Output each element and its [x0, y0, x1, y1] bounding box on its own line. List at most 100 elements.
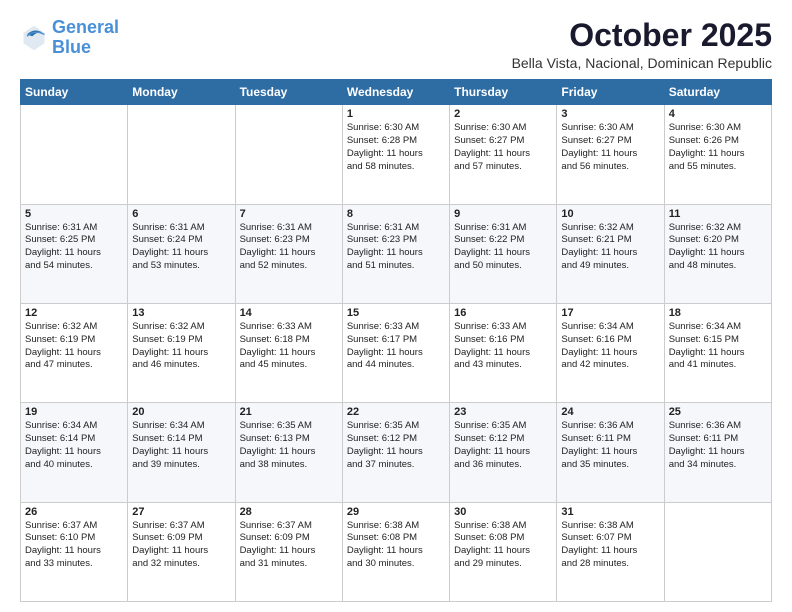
day-number: 5 — [25, 208, 123, 220]
day-number: 29 — [347, 506, 445, 518]
day-number: 11 — [669, 208, 767, 220]
col-header-saturday: Saturday — [664, 80, 771, 105]
col-header-tuesday: Tuesday — [235, 80, 342, 105]
day-info: Sunrise: 6:32 AM Sunset: 6:20 PM Dayligh… — [669, 222, 767, 273]
day-info: Sunrise: 6:34 AM Sunset: 6:16 PM Dayligh… — [561, 321, 659, 372]
day-number: 4 — [669, 108, 767, 120]
title-block: October 2025 Bella Vista, Nacional, Domi… — [512, 18, 772, 71]
day-info: Sunrise: 6:30 AM Sunset: 6:27 PM Dayligh… — [561, 122, 659, 173]
day-info: Sunrise: 6:37 AM Sunset: 6:09 PM Dayligh… — [240, 520, 338, 571]
day-info: Sunrise: 6:34 AM Sunset: 6:14 PM Dayligh… — [132, 420, 230, 471]
calendar-cell: 11 Sunrise: 6:32 AM Sunset: 6:20 PM Dayli… — [664, 204, 771, 303]
day-info: Sunrise: 6:32 AM Sunset: 6:19 PM Dayligh… — [132, 321, 230, 372]
day-info: Sunrise: 6:31 AM Sunset: 6:24 PM Dayligh… — [132, 222, 230, 273]
calendar-subtitle: Bella Vista, Nacional, Dominican Republi… — [512, 55, 772, 71]
calendar-cell: 6Sunrise: 6:31 AM Sunset: 6:24 PM Daylig… — [128, 204, 235, 303]
day-info: Sunrise: 6:33 AM Sunset: 6:17 PM Dayligh… — [347, 321, 445, 372]
day-info: Sunrise: 6:36 AM Sunset: 6:11 PM Dayligh… — [561, 420, 659, 471]
week-row-1: 5 Sunrise: 6:31 AM Sunset: 6:25 PM Daylig… — [21, 204, 772, 303]
day-info: Sunrise: 6:36 AM Sunset: 6:11 PM Dayligh… — [669, 420, 767, 471]
day-number: 9 — [454, 208, 552, 220]
calendar-cell: 29 Sunrise: 6:38 AM Sunset: 6:08 PM Dayli… — [342, 502, 449, 601]
day-info: Sunrise: 6:34 AM Sunset: 6:15 PM Dayligh… — [669, 321, 767, 372]
day-number: 30 — [454, 506, 552, 518]
calendar-cell: 31Sunrise: 6:38 AM Sunset: 6:07 PM Dayli… — [557, 502, 664, 601]
calendar-cell: 28Sunrise: 6:37 AM Sunset: 6:09 PM Dayli… — [235, 502, 342, 601]
calendar-cell: 23 Sunrise: 6:35 AM Sunset: 6:12 PM Dayli… — [450, 403, 557, 502]
calendar-cell: 14Sunrise: 6:33 AM Sunset: 6:18 PM Dayli… — [235, 303, 342, 402]
week-row-2: 12 Sunrise: 6:32 AM Sunset: 6:19 PM Dayli… — [21, 303, 772, 402]
day-number: 13 — [132, 307, 230, 319]
day-number: 17 — [561, 307, 659, 319]
calendar-cell: 4 Sunrise: 6:30 AM Sunset: 6:26 PM Daylig… — [664, 105, 771, 204]
day-number: 7 — [240, 208, 338, 220]
week-row-4: 26 Sunrise: 6:37 AM Sunset: 6:10 PM Dayli… — [21, 502, 772, 601]
col-header-thursday: Thursday — [450, 80, 557, 105]
col-header-wednesday: Wednesday — [342, 80, 449, 105]
day-info: Sunrise: 6:31 AM Sunset: 6:25 PM Dayligh… — [25, 222, 123, 273]
page: General Blue October 2025 Bella Vista, N… — [0, 0, 792, 612]
day-number: 1 — [347, 108, 445, 120]
day-info: Sunrise: 6:31 AM Sunset: 6:23 PM Dayligh… — [347, 222, 445, 273]
calendar-title: October 2025 — [512, 18, 772, 53]
calendar-cell — [664, 502, 771, 601]
calendar-cell: 9 Sunrise: 6:31 AM Sunset: 6:22 PM Daylig… — [450, 204, 557, 303]
calendar-cell: 3 Sunrise: 6:30 AM Sunset: 6:27 PM Daylig… — [557, 105, 664, 204]
day-number: 14 — [240, 307, 338, 319]
week-row-0: 1Sunrise: 6:30 AM Sunset: 6:28 PM Daylig… — [21, 105, 772, 204]
logo-text: General Blue — [52, 18, 119, 58]
header: General Blue October 2025 Bella Vista, N… — [20, 18, 772, 71]
day-number: 15 — [347, 307, 445, 319]
logo: General Blue — [20, 18, 119, 58]
calendar-cell: 2 Sunrise: 6:30 AM Sunset: 6:27 PM Daylig… — [450, 105, 557, 204]
day-info: Sunrise: 6:32 AM Sunset: 6:21 PM Dayligh… — [561, 222, 659, 273]
calendar-cell: 5 Sunrise: 6:31 AM Sunset: 6:25 PM Daylig… — [21, 204, 128, 303]
day-info: Sunrise: 6:38 AM Sunset: 6:08 PM Dayligh… — [454, 520, 552, 571]
calendar-cell: 16Sunrise: 6:33 AM Sunset: 6:16 PM Dayli… — [450, 303, 557, 402]
calendar-cell: 7 Sunrise: 6:31 AM Sunset: 6:23 PM Daylig… — [235, 204, 342, 303]
day-number: 20 — [132, 406, 230, 418]
day-info: Sunrise: 6:38 AM Sunset: 6:08 PM Dayligh… — [347, 520, 445, 571]
calendar-cell: 19 Sunrise: 6:34 AM Sunset: 6:14 PM Dayli… — [21, 403, 128, 502]
day-number: 22 — [347, 406, 445, 418]
day-info: Sunrise: 6:31 AM Sunset: 6:23 PM Dayligh… — [240, 222, 338, 273]
day-info: Sunrise: 6:37 AM Sunset: 6:09 PM Dayligh… — [132, 520, 230, 571]
col-header-sunday: Sunday — [21, 80, 128, 105]
col-header-monday: Monday — [128, 80, 235, 105]
day-number: 18 — [669, 307, 767, 319]
calendar-cell — [128, 105, 235, 204]
day-info: Sunrise: 6:35 AM Sunset: 6:12 PM Dayligh… — [454, 420, 552, 471]
header-row: SundayMondayTuesdayWednesdayThursdayFrid… — [21, 80, 772, 105]
day-number: 12 — [25, 307, 123, 319]
calendar-cell: 12 Sunrise: 6:32 AM Sunset: 6:19 PM Dayli… — [21, 303, 128, 402]
day-number: 26 — [25, 506, 123, 518]
calendar-cell — [235, 105, 342, 204]
day-number: 10 — [561, 208, 659, 220]
day-number: 27 — [132, 506, 230, 518]
day-number: 8 — [347, 208, 445, 220]
day-info: Sunrise: 6:31 AM Sunset: 6:22 PM Dayligh… — [454, 222, 552, 273]
day-number: 23 — [454, 406, 552, 418]
calendar-cell: 21Sunrise: 6:35 AM Sunset: 6:13 PM Dayli… — [235, 403, 342, 502]
day-info: Sunrise: 6:35 AM Sunset: 6:12 PM Dayligh… — [347, 420, 445, 471]
day-info: Sunrise: 6:35 AM Sunset: 6:13 PM Dayligh… — [240, 420, 338, 471]
calendar-table: SundayMondayTuesdayWednesdayThursdayFrid… — [20, 79, 772, 602]
day-info: Sunrise: 6:30 AM Sunset: 6:26 PM Dayligh… — [669, 122, 767, 173]
day-number: 24 — [561, 406, 659, 418]
day-number: 19 — [25, 406, 123, 418]
day-number: 3 — [561, 108, 659, 120]
calendar-cell: 20 Sunrise: 6:34 AM Sunset: 6:14 PM Dayli… — [128, 403, 235, 502]
col-header-friday: Friday — [557, 80, 664, 105]
day-info: Sunrise: 6:37 AM Sunset: 6:10 PM Dayligh… — [25, 520, 123, 571]
calendar-cell: 27 Sunrise: 6:37 AM Sunset: 6:09 PM Dayli… — [128, 502, 235, 601]
day-info: Sunrise: 6:33 AM Sunset: 6:16 PM Dayligh… — [454, 321, 552, 372]
day-info: Sunrise: 6:34 AM Sunset: 6:14 PM Dayligh… — [25, 420, 123, 471]
day-info: Sunrise: 6:32 AM Sunset: 6:19 PM Dayligh… — [25, 321, 123, 372]
calendar-cell: 8 Sunrise: 6:31 AM Sunset: 6:23 PM Daylig… — [342, 204, 449, 303]
day-info: Sunrise: 6:30 AM Sunset: 6:27 PM Dayligh… — [454, 122, 552, 173]
calendar-cell: 13 Sunrise: 6:32 AM Sunset: 6:19 PM Dayli… — [128, 303, 235, 402]
calendar-cell: 25Sunrise: 6:36 AM Sunset: 6:11 PM Dayli… — [664, 403, 771, 502]
calendar-cell: 22 Sunrise: 6:35 AM Sunset: 6:12 PM Dayli… — [342, 403, 449, 502]
logo-blue: Blue — [52, 37, 91, 57]
day-number: 2 — [454, 108, 552, 120]
